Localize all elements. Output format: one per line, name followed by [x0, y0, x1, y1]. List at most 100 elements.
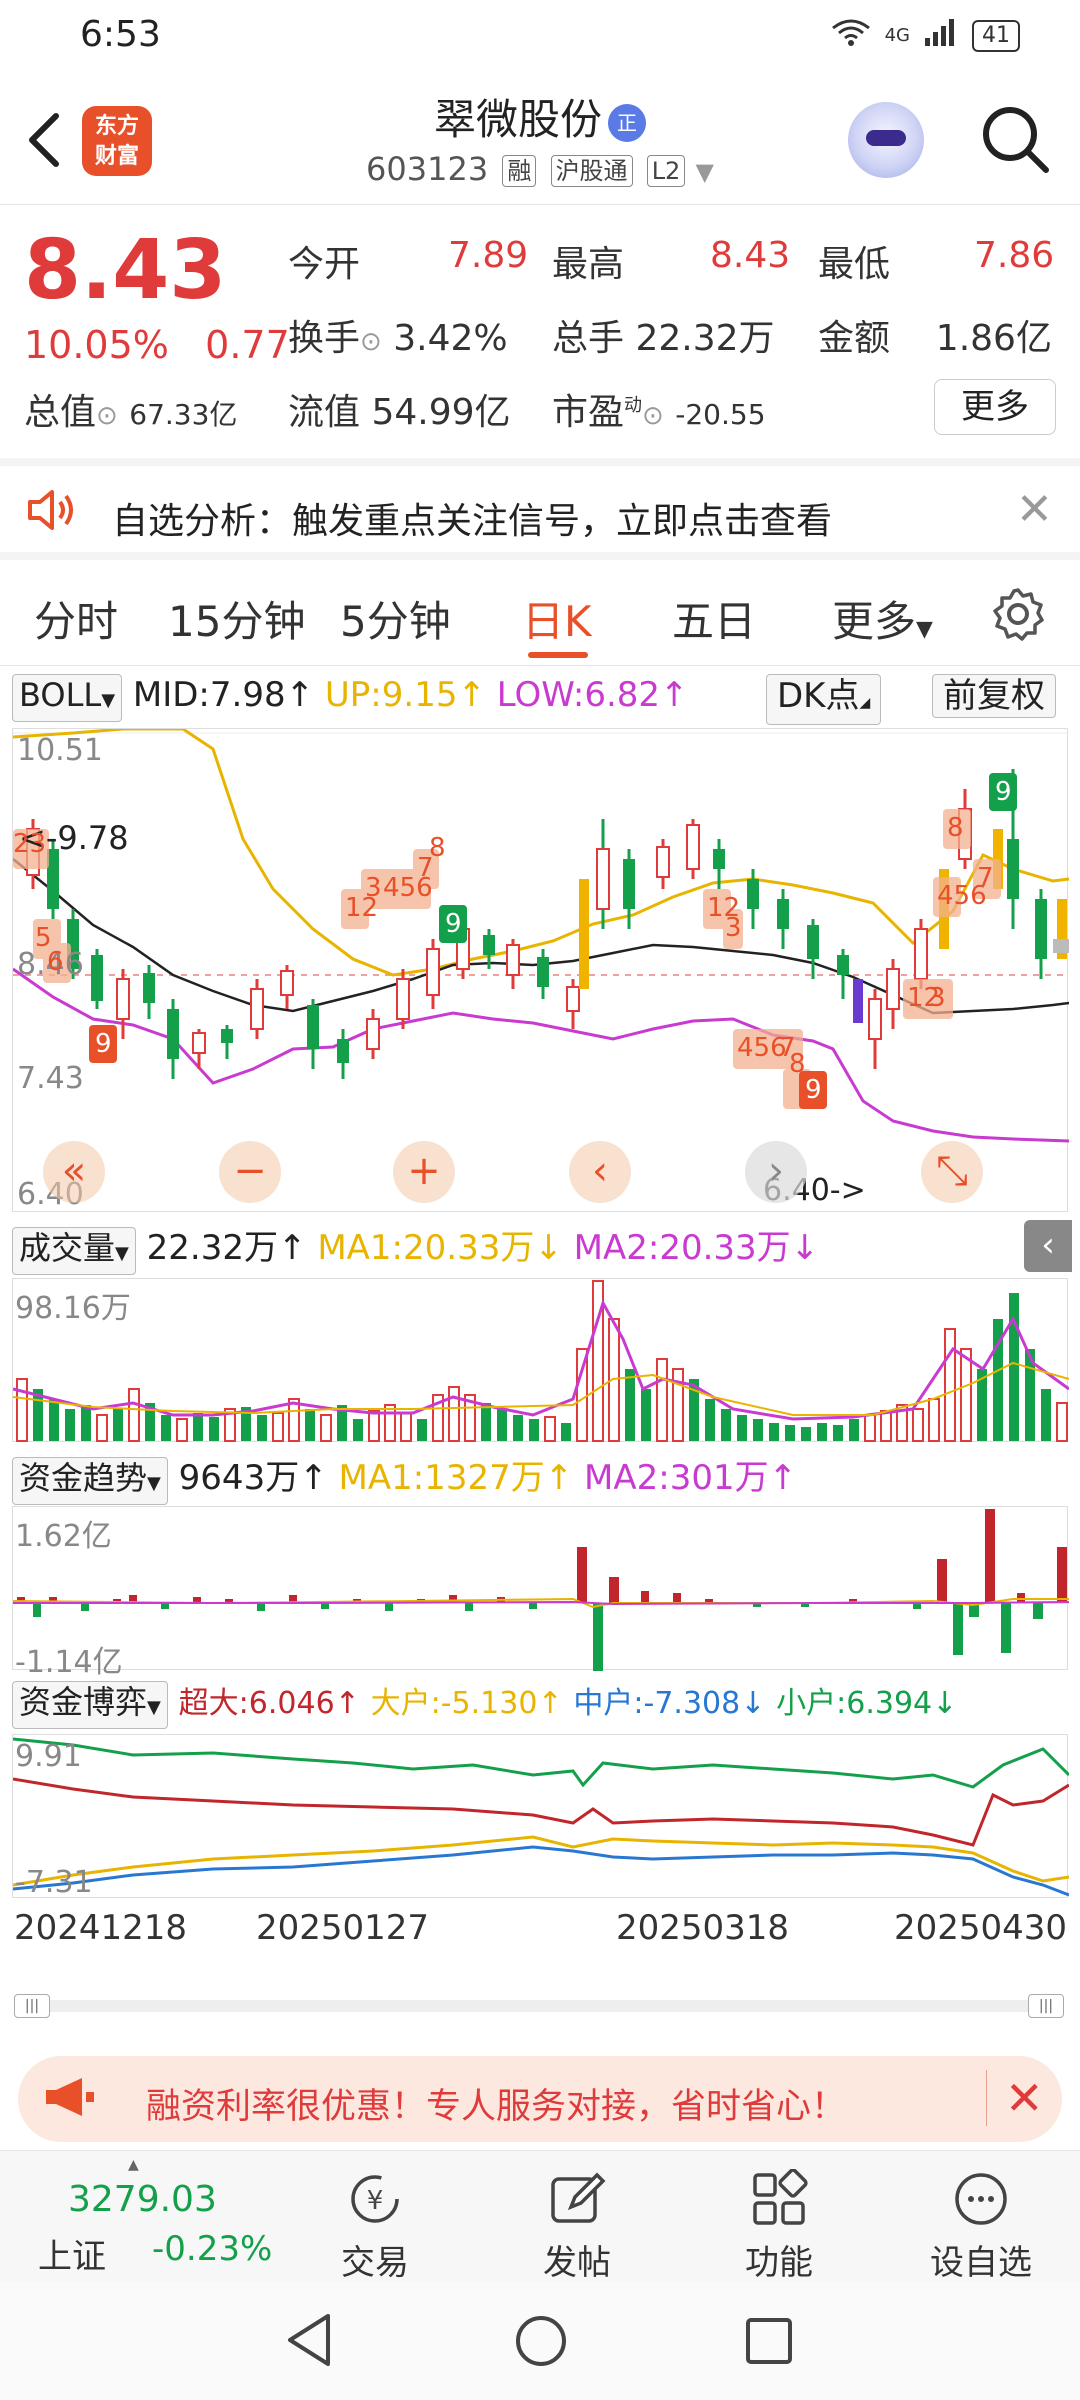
volume-chart: 98.16万 — [12, 1278, 1070, 1442]
boll-up: UP:9.15↑ — [324, 675, 486, 715]
pe-cell: 市盈动⊙ -20.55 — [552, 383, 766, 435]
zheng-badge: 正 — [608, 103, 646, 142]
amount-value: 1.86亿 — [935, 318, 1052, 359]
low-label: 最低 — [818, 244, 891, 285]
functions-button[interactable]: 功能 — [714, 2167, 844, 2284]
functions-label: 功能 — [745, 2243, 813, 2283]
change-pct: 10.05% — [24, 323, 169, 367]
volume-max-label: 98.16万 — [15, 1291, 131, 1326]
step-left-icon[interactable]: ‹ — [569, 1141, 631, 1203]
y-label-3: 7.43 — [17, 1061, 84, 1096]
signal-notice[interactable]: 自选分析：触发重点关注信号，立即点击查看 ✕ — [0, 458, 1080, 560]
clock: 6:53 — [80, 14, 161, 55]
network-label: 4G — [884, 25, 910, 46]
add-watchlist-button[interactable]: 设自选 — [916, 2167, 1046, 2284]
seq-number: 9 — [95, 1029, 112, 1059]
more-button[interactable]: 更多 — [934, 379, 1056, 435]
index-value[interactable]: 3279.03 — [68, 2179, 217, 2220]
nav-home-icon[interactable] — [514, 2314, 568, 2372]
pe-sup: 动 — [624, 395, 643, 416]
fq-button[interactable]: 前复权 — [932, 674, 1056, 718]
dk-point-label: DK点 — [777, 676, 860, 716]
turnover-value: 3.42% — [393, 318, 508, 359]
dropdown-triangle-icon[interactable]: ▼ — [696, 158, 714, 186]
fund-trend-header: 资金趋势▼ 9643万↑ MA1:1327万↑ MA2:301万↑ — [12, 1450, 797, 1505]
fund-game-selector[interactable]: 资金博弈▼ — [12, 1681, 168, 1729]
bottom-toolbar: ▲ 3279.03 上证 -0.23% ¥ 交易 发帖 功能 设自选 — [0, 2150, 1080, 2284]
close-icon[interactable]: ✕ — [986, 2070, 1044, 2126]
zoom-in-icon[interactable]: + — [393, 1141, 455, 1203]
grid-icon — [714, 2167, 844, 2231]
kline-chart[interactable]: 10.51 8.46 7.43 6.40 <-9.78 6.40-> 23 5 … — [12, 727, 1070, 1212]
dropdown-icon: ▼ — [115, 1243, 129, 1264]
change-amt: 0.77 — [205, 323, 290, 367]
scroll-left-fast-icon[interactable]: « — [43, 1141, 105, 1203]
tab-timeshare[interactable]: 分时 — [34, 588, 118, 649]
change-row: 10.05% 0.77 — [24, 323, 290, 367]
period-tabs: 分时 15分钟 5分钟 日K 五日 更多▼ — [0, 562, 1080, 666]
date-label: 20250318 — [616, 1908, 790, 1948]
nav-recents-icon[interactable] — [744, 2316, 794, 2370]
volume-selector[interactable]: 成交量▼ — [12, 1227, 136, 1275]
fund-trend-max-label: 1.62亿 — [15, 1519, 112, 1554]
tag-hk-connect: 沪股通 — [550, 155, 633, 187]
dropdown-icon: ▼ — [916, 617, 933, 642]
tab-more[interactable]: 更多▼ — [832, 588, 933, 649]
speaker-icon — [26, 488, 78, 543]
gear-icon[interactable] — [990, 586, 1046, 642]
post-button[interactable]: 发帖 — [512, 2167, 642, 2284]
step-right-icon[interactable]: › — [745, 1141, 807, 1203]
turnover-label: 换手 — [288, 318, 361, 359]
status-icons: 4G 41 — [831, 18, 1020, 53]
trade-button[interactable]: ¥ 交易 — [310, 2167, 440, 2284]
fund-trend-selector[interactable]: 资金趋势▼ — [12, 1457, 168, 1505]
nav-back-icon[interactable] — [284, 2312, 334, 2372]
fund-trend-value: 9643万↑ — [178, 1458, 328, 1498]
boll-selector-label: BOLL — [19, 676, 102, 714]
fullscreen-icon[interactable]: ⤡ — [921, 1141, 983, 1203]
info-icon[interactable]: ⊙ — [96, 401, 118, 431]
date-label: 20241218 — [14, 1908, 188, 1948]
seq-number: 8 — [429, 833, 446, 863]
collapse-panel-icon[interactable]: ‹ — [1024, 1220, 1072, 1272]
seq-number: 3 — [929, 983, 946, 1013]
wifi-icon — [831, 18, 871, 53]
info-icon[interactable]: ⊙ — [642, 401, 664, 431]
seq-number: 3 — [365, 873, 382, 903]
fund-game-min-label: -7.31 — [15, 1865, 93, 1900]
more-dots-icon — [916, 2167, 1046, 2231]
tab-15min[interactable]: 15分钟 — [168, 588, 305, 649]
tab-more-label: 更多 — [832, 597, 917, 646]
range-handle-left[interactable]: ||| — [14, 1994, 50, 2018]
add-watchlist-label: 设自选 — [930, 2243, 1032, 2283]
active-tab-indicator — [528, 652, 588, 658]
fund-trend-chart: 1.62亿 -1.14亿 — [12, 1506, 1070, 1680]
info-icon[interactable]: ⊙ — [360, 327, 382, 357]
expand-up-icon[interactable]: ▲ — [128, 2157, 139, 2173]
boll-selector[interactable]: BOLL▼ — [12, 674, 123, 722]
float-value: 54.99亿 — [371, 392, 511, 433]
assistant-avatar[interactable] — [848, 102, 924, 178]
index-name: 上证 — [38, 2237, 106, 2277]
trade-label: 交易 — [341, 2243, 409, 2283]
search-icon[interactable] — [980, 104, 1050, 174]
post-label: 发帖 — [543, 2243, 611, 2283]
boll-mid: MID:7.98↑ — [132, 675, 315, 715]
volume-ma1: MA1:20.33万↓ — [317, 1228, 563, 1268]
turnover-cell: 换手⊙ 3.42% — [288, 309, 508, 361]
range-handle-right[interactable]: ||| — [1028, 1994, 1064, 2018]
fund-game-mid: 中户:-7.308↓ — [573, 1686, 766, 1721]
zoom-out-icon[interactable]: − — [219, 1141, 281, 1203]
fund-trend-ma2: MA2:301万↑ — [584, 1458, 798, 1498]
tab-5min[interactable]: 5分钟 — [340, 588, 451, 649]
fund-trend-selector-label: 资金趋势 — [19, 1459, 148, 1497]
promo-banner[interactable]: 融资利率很优惠！专人服务对接，省时省心！ ✕ — [18, 2056, 1062, 2142]
dk-point-button[interactable]: DK点◢ — [766, 674, 882, 725]
tag-l2: L2 — [646, 155, 686, 187]
range-scrollbar[interactable]: ||| ||| — [14, 1994, 1064, 2018]
corner-triangle-icon: ◢ — [859, 695, 871, 711]
tab-five-day[interactable]: 五日 — [672, 588, 756, 649]
close-icon[interactable]: ✕ — [1016, 484, 1053, 535]
mktcap-cell: 总值⊙ 67.33亿 — [24, 383, 237, 435]
tab-daily-k[interactable]: 日K — [522, 588, 592, 649]
